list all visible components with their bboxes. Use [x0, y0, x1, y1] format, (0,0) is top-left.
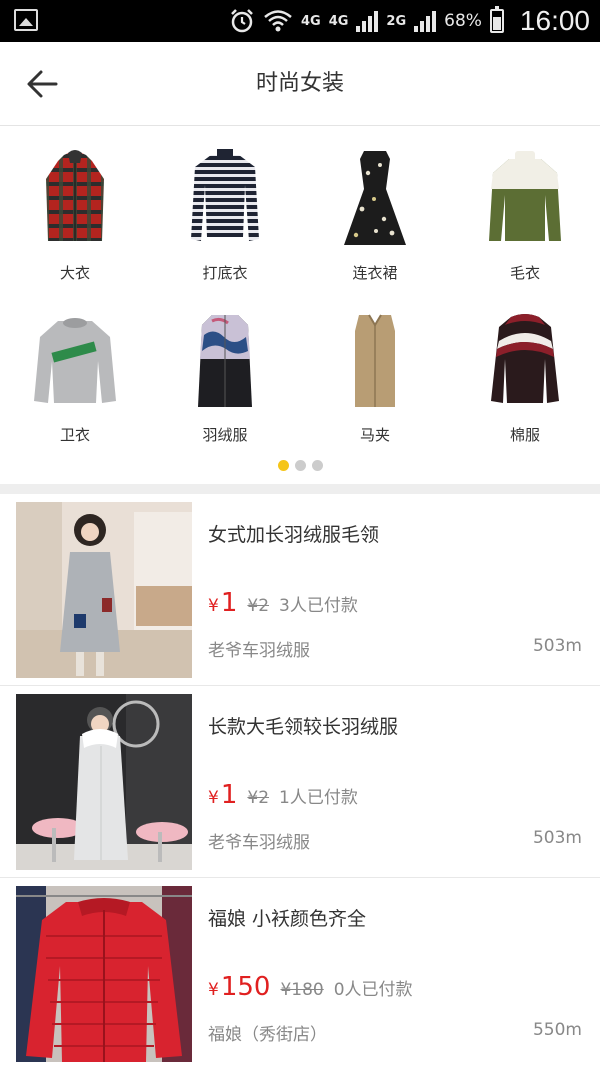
sold-count: 0人已付款: [333, 980, 413, 1000]
sim1-label: 4G: [328, 13, 349, 29]
category-item-down-jacket[interactable]: 羽绒服: [150, 288, 300, 450]
category-label: 羽绒服: [202, 426, 248, 444]
grey-sweatshirt-icon: [30, 306, 120, 416]
category-label: 马夹: [359, 426, 390, 444]
product-photo: [16, 502, 192, 678]
current-price: ¥150: [208, 972, 270, 1002]
product-photo: [16, 694, 192, 870]
striped-sweater-icon: [180, 144, 270, 254]
category-item-padded-jacket[interactable]: 棉服: [450, 288, 600, 450]
sold-count: 3人已付款: [279, 596, 358, 616]
product-item[interactable]: 长款大毛领较长羽绒服 ¥1 ¥2 1人已付款 老爷车羽绒服 503m: [0, 686, 600, 878]
product-name: 女式加长羽绒服毛领: [208, 524, 380, 546]
network-type-label: 4G: [300, 13, 321, 29]
shop-name: 老爷车羽绒服: [208, 641, 310, 661]
arrow-left-icon: [27, 70, 58, 98]
alarm-icon: [231, 9, 253, 33]
price-value: 1: [220, 588, 238, 618]
plaid-coat-icon: [30, 144, 120, 254]
wifi-icon: [264, 10, 292, 32]
category-label: 连衣裙: [352, 264, 398, 282]
sold-count: 1人已付款: [279, 788, 358, 808]
signal-icon: [356, 10, 379, 32]
category-label: 卫衣: [59, 426, 90, 444]
category-item-base-layer[interactable]: 打底衣: [150, 126, 300, 288]
header-bar: 时尚女装: [0, 42, 600, 126]
status-bar: 4G 4G 2G 68% 16:00: [0, 0, 600, 42]
long-down-coat-icon: [180, 306, 270, 416]
price-value: 1: [220, 780, 238, 810]
floral-dress-icon: [330, 144, 420, 254]
shop-name: 福娘（秀街店）: [208, 1025, 327, 1045]
long-vest-icon: [330, 306, 420, 416]
product-name: 长款大毛领较长羽绒服: [208, 716, 399, 738]
clock: 16:00: [519, 5, 590, 36]
category-label: 大衣: [59, 264, 90, 282]
category-item-vest[interactable]: 马夹: [300, 288, 450, 450]
battery-percent: 68%: [444, 11, 482, 31]
padded-jacket-icon: [480, 306, 570, 416]
current-price: ¥1: [208, 588, 237, 618]
carousel-pager[interactable]: [0, 460, 600, 471]
signal-icon: [414, 10, 437, 32]
price-row: ¥1 ¥2 1人已付款: [208, 780, 358, 810]
category-grid: 大衣 打底衣 连衣裙 毛衣 卫衣 羽绒服 马夹 棉服: [0, 126, 600, 484]
pager-dot[interactable]: [294, 460, 306, 471]
pager-dot-active[interactable]: [277, 460, 289, 471]
current-price: ¥1: [208, 780, 237, 810]
product-item[interactable]: 女式加长羽绒服毛领 ¥1 ¥2 3人已付款 老爷车羽绒服 503m: [0, 494, 600, 686]
category-label: 棉服: [509, 426, 540, 444]
image-icon: [14, 9, 38, 31]
distance: 550m: [532, 1020, 582, 1040]
category-item-sweater[interactable]: 毛衣: [450, 126, 600, 288]
back-button[interactable]: [20, 62, 64, 106]
category-item-dress[interactable]: 连衣裙: [300, 126, 450, 288]
original-price: ¥2: [247, 788, 270, 808]
pager-dot[interactable]: [311, 460, 323, 471]
category-item-coat[interactable]: 大衣: [0, 126, 150, 288]
currency-symbol: ¥: [208, 980, 219, 1000]
currency-symbol: ¥: [208, 596, 219, 616]
product-name: 福娘 小袄颜色齐全: [208, 908, 367, 930]
sim2-label: 2G: [386, 13, 407, 29]
status-icons: 4G 4G 2G 68% 16:00: [229, 0, 590, 42]
distance: 503m: [532, 828, 582, 848]
original-price: ¥180: [280, 980, 324, 1000]
battery-icon: [489, 6, 504, 33]
shop-name: 老爷车羽绒服: [208, 833, 310, 853]
category-label: 毛衣: [509, 264, 540, 282]
green-fleece-icon: [480, 144, 570, 254]
category-label: 打底衣: [202, 264, 248, 282]
price-row: ¥150 ¥180 0人已付款: [208, 972, 413, 1002]
section-divider: [0, 484, 600, 494]
price-row: ¥1 ¥2 3人已付款: [208, 588, 358, 618]
currency-symbol: ¥: [208, 788, 219, 808]
product-photo: [16, 886, 192, 1062]
page-title: 时尚女装: [255, 71, 344, 96]
distance: 503m: [532, 636, 582, 656]
category-item-sweatshirt[interactable]: 卫衣: [0, 288, 150, 450]
original-price: ¥2: [247, 596, 270, 616]
product-item[interactable]: 福娘 小袄颜色齐全 ¥150 ¥180 0人已付款 福娘（秀街店） 550m: [0, 878, 600, 1070]
price-value: 150: [220, 972, 271, 1002]
